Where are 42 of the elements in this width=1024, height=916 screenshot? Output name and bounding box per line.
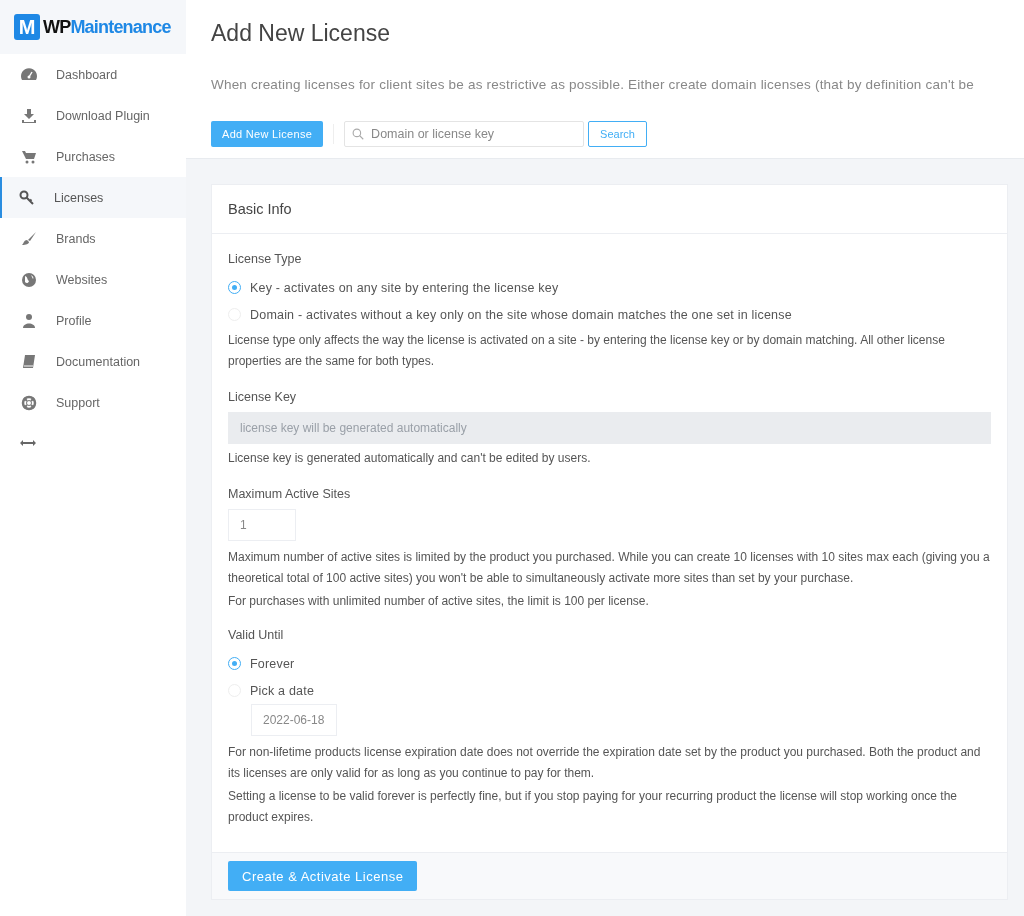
help-text: License type only affects the way the license is activated on a site - by entering the license key or by domain matching. All other license properties are the same for both types. [228, 332, 946, 370]
intro-text: When creating licenses for client sites be as restrictive as possible. Either create domain licenses (that by definition can't be [211, 77, 975, 92]
sidebar-item[interactable]: Profile [0, 300, 186, 341]
sidebar-item[interactable]: Support [0, 382, 186, 423]
double-arrow-icon[interactable] [20, 439, 36, 447]
sidebar-item[interactable]: Websites [0, 259, 186, 300]
date-field[interactable]: 2022-06-18 [251, 704, 337, 736]
search-field[interactable]: Domain or license key [344, 121, 585, 147]
search-icon [352, 128, 365, 140]
sidebar-item[interactable]: Purchases [0, 136, 186, 177]
page-title: Add New License [211, 20, 391, 47]
download-icon [21, 107, 37, 124]
radio-label: Forever [250, 656, 295, 671]
sidebar-item[interactable]: Documentation [0, 341, 186, 382]
radio-button[interactable] [228, 657, 241, 670]
person-icon [21, 312, 37, 329]
sidebar-item[interactable]: Dashboard [0, 54, 186, 95]
help-text: Maximum number of active sites is limited by the product you purchased. While you can create 10 licenses with 10 sites max each (giving you a theoretical total of 100 active sites) you won't be able to simultaneously activate more sites than set by your purchase. [228, 549, 991, 587]
book-icon [21, 353, 37, 370]
field-label: License Type [228, 252, 303, 266]
gauge-icon [21, 66, 37, 83]
help-text: License key is generated automatically and can't be edited by users. [228, 450, 592, 467]
card-title: Basic Info [212, 185, 1007, 234]
sidebar-item[interactable]: Licenses [0, 177, 186, 218]
radio-label: Pick a date [250, 683, 315, 698]
sidebar-item[interactable]: Brands [0, 218, 186, 259]
help-text: For purchases with unlimited number of active sites, the limit is 100 per license. [228, 593, 650, 610]
logo-text: WPMaintenance [43, 16, 171, 38]
lifebuoy-icon [21, 394, 37, 411]
key-icon [19, 189, 35, 206]
radio-label: Key - activates on any site by entering the license key [250, 280, 559, 295]
help-text: For non-lifetime products license expiration date does not override the expiration date set by the product you purchased. Both the product and its licenses are only valid for as long as you continue to pay for them. [228, 744, 982, 782]
cart-icon [21, 148, 37, 165]
field-label: Valid Until [228, 628, 285, 642]
field-label: License Key [228, 390, 298, 404]
field-label: Maximum Active Sites [228, 487, 352, 501]
max-sites-field[interactable]: 1 [228, 509, 296, 541]
radio-label: Domain - activates without a key only on the site whose domain matches the one set in license [250, 307, 792, 322]
radio-button[interactable] [228, 281, 241, 294]
logo-icon: M [14, 14, 40, 40]
sidebar-item[interactable]: Download Plugin [0, 95, 186, 136]
help-text: Setting a license to be valid forever is perfectly fine, but if you stop paying for your recurring product the license will stop working once the product expires. [228, 788, 959, 826]
